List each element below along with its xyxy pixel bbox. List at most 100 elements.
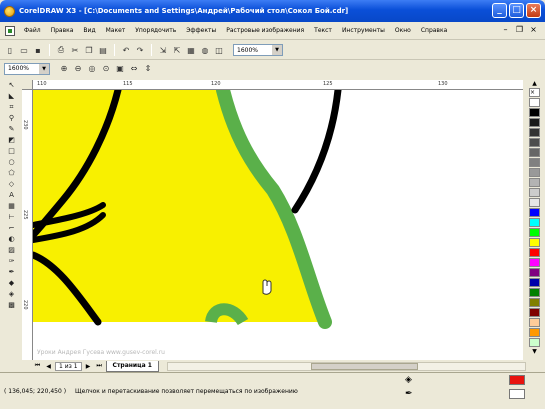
connector-tool-icon[interactable]: ⌐ — [5, 223, 18, 233]
no-color-swatch[interactable]: × — [529, 88, 540, 97]
welcome-screen-icon[interactable]: ◫ — [213, 44, 225, 56]
menu-view[interactable]: Вид — [78, 27, 100, 34]
zoom-in-icon[interactable]: ⊕ — [58, 63, 70, 75]
palette-swatch[interactable] — [529, 138, 540, 147]
palette-swatch[interactable] — [529, 328, 540, 337]
shape-tool-icon[interactable]: ◣ — [5, 91, 18, 101]
menu-help[interactable]: Справка — [416, 27, 452, 34]
freehand-tool-icon[interactable]: ✎ — [5, 124, 18, 134]
table-tool-icon[interactable]: ▦ — [5, 201, 18, 211]
ruler-origin[interactable] — [22, 80, 33, 90]
pick-tool-icon[interactable]: ↖ — [5, 80, 18, 90]
zoom-page-height-icon[interactable]: ⇕ — [142, 63, 154, 75]
palette-swatch[interactable] — [529, 238, 540, 247]
polygon-tool-icon[interactable]: ⬠ — [5, 168, 18, 178]
palette-swatch[interactable] — [529, 258, 540, 267]
zoom-page-width-icon[interactable]: ⇔ — [128, 63, 140, 75]
undo-icon[interactable]: ↶ — [120, 44, 132, 56]
palette-scroll-down-icon[interactable]: ▼ — [532, 348, 537, 356]
copy-icon[interactable]: ❐ — [83, 44, 95, 56]
palette-swatch[interactable] — [529, 158, 540, 167]
new-icon[interactable]: ▯ — [4, 44, 16, 56]
menu-text[interactable]: Текст — [309, 27, 337, 34]
text-tool-icon[interactable]: A — [5, 190, 18, 200]
zoom-selected-icon[interactable]: ◎ — [86, 63, 98, 75]
menu-tools[interactable]: Инструменты — [337, 27, 390, 34]
menu-window[interactable]: Окно — [390, 27, 416, 34]
import-icon[interactable]: ⇲ — [157, 44, 169, 56]
interactive-blend-tool-icon[interactable]: ◐ — [5, 234, 18, 244]
palette-swatch[interactable] — [529, 218, 540, 227]
palette-swatch[interactable] — [529, 128, 540, 137]
palette-swatch[interactable] — [529, 188, 540, 197]
palette-swatch[interactable] — [529, 308, 540, 317]
palette-swatch[interactable] — [529, 288, 540, 297]
palette-swatch[interactable] — [529, 198, 540, 207]
zoom-page-icon[interactable]: ▣ — [114, 63, 126, 75]
document-icon[interactable] — [5, 25, 15, 36]
palette-swatch[interactable] — [529, 268, 540, 277]
menu-effects[interactable]: Эффекты — [181, 27, 221, 34]
prev-page-icon[interactable]: ◀ — [44, 363, 53, 370]
vertical-ruler[interactable]: 230 225 220 — [22, 90, 33, 360]
zoom-levels-dropdown[interactable]: 1600% ▼ — [4, 62, 50, 75]
zoom-out-icon[interactable]: ⊖ — [72, 63, 84, 75]
fill-tool-icon[interactable]: ◆ — [5, 278, 18, 288]
palette-swatch[interactable] — [529, 338, 540, 347]
first-page-icon[interactable]: ⏮ — [33, 362, 42, 370]
palette-swatch[interactable] — [529, 278, 540, 287]
palette-swatch[interactable] — [529, 208, 540, 217]
drawing-canvas[interactable]: Уроки Андрея Гусева www.gusev-corel.ru — [33, 90, 523, 360]
menu-arrange[interactable]: Упорядочить — [130, 27, 181, 34]
menu-bitmaps[interactable]: Растровые изображения — [221, 27, 309, 34]
scrollbar-thumb[interactable] — [310, 362, 418, 370]
mesh-fill-tool-icon[interactable]: ▩ — [5, 300, 18, 310]
doc-minimize-button[interactable]: – — [500, 25, 511, 36]
palette-swatch[interactable] — [529, 318, 540, 327]
basic-shapes-tool-icon[interactable]: ◇ — [5, 179, 18, 189]
zoom-all-objects-icon[interactable]: ⊙ — [100, 63, 112, 75]
export-icon[interactable]: ⇱ — [171, 44, 183, 56]
zoom-tool-icon[interactable]: ⚲ — [5, 113, 18, 123]
corel-online-icon[interactable]: ◍ — [199, 44, 211, 56]
close-button[interactable]: × — [526, 3, 541, 18]
ellipse-tool-icon[interactable]: ○ — [5, 157, 18, 167]
horizontal-scrollbar[interactable] — [166, 361, 526, 371]
current-outline-swatch[interactable] — [509, 389, 525, 399]
palette-scroll-up-icon[interactable]: ▲ — [532, 80, 537, 88]
smart-fill-tool-icon[interactable]: ◩ — [5, 135, 18, 145]
page-tab[interactable]: Страница 1 — [105, 360, 159, 372]
palette-swatch[interactable] — [529, 98, 540, 107]
zoom-level-dropdown[interactable]: 1600% ▼ — [233, 44, 283, 56]
dimension-tool-icon[interactable]: ⊢ — [5, 212, 18, 222]
minimize-button[interactable]: _ — [492, 3, 507, 18]
open-icon[interactable]: ▭ — [18, 44, 30, 56]
eyedropper-tool-icon[interactable]: ✑ — [5, 256, 18, 266]
last-page-icon[interactable]: ⏭ — [95, 362, 104, 370]
application-launcher-icon[interactable]: ▦ — [185, 44, 197, 56]
palette-swatch[interactable] — [529, 108, 540, 117]
redo-icon[interactable]: ↷ — [134, 44, 146, 56]
rectangle-tool-icon[interactable]: □ — [5, 146, 18, 156]
palette-swatch[interactable] — [529, 148, 540, 157]
crop-tool-icon[interactable]: ⌗ — [5, 102, 18, 112]
print-icon[interactable]: ⎙ — [55, 44, 67, 56]
menu-edit[interactable]: Правка — [46, 27, 79, 34]
palette-swatch[interactable] — [529, 248, 540, 257]
outline-tool-icon[interactable]: ✒ — [5, 267, 18, 277]
palette-swatch[interactable] — [529, 178, 540, 187]
palette-swatch[interactable] — [529, 118, 540, 127]
menu-layout[interactable]: Макет — [101, 27, 131, 34]
menu-file[interactable]: Файл — [19, 27, 46, 34]
save-icon[interactable]: ▪ — [32, 44, 44, 56]
coreldraw-app-icon[interactable] — [4, 5, 15, 17]
current-fill-swatch[interactable] — [509, 375, 525, 385]
doc-restore-button[interactable]: ❐ — [514, 25, 525, 36]
interactive-fill-tool-icon[interactable]: ◈ — [5, 289, 18, 299]
paste-icon[interactable]: ▤ — [97, 44, 109, 56]
horizontal-ruler[interactable]: 110 115 120 125 130 — [33, 80, 523, 90]
palette-swatch[interactable] — [529, 228, 540, 237]
transparency-tool-icon[interactable]: ▨ — [5, 245, 18, 255]
palette-swatch[interactable] — [529, 298, 540, 307]
cut-icon[interactable]: ✂ — [69, 44, 81, 56]
